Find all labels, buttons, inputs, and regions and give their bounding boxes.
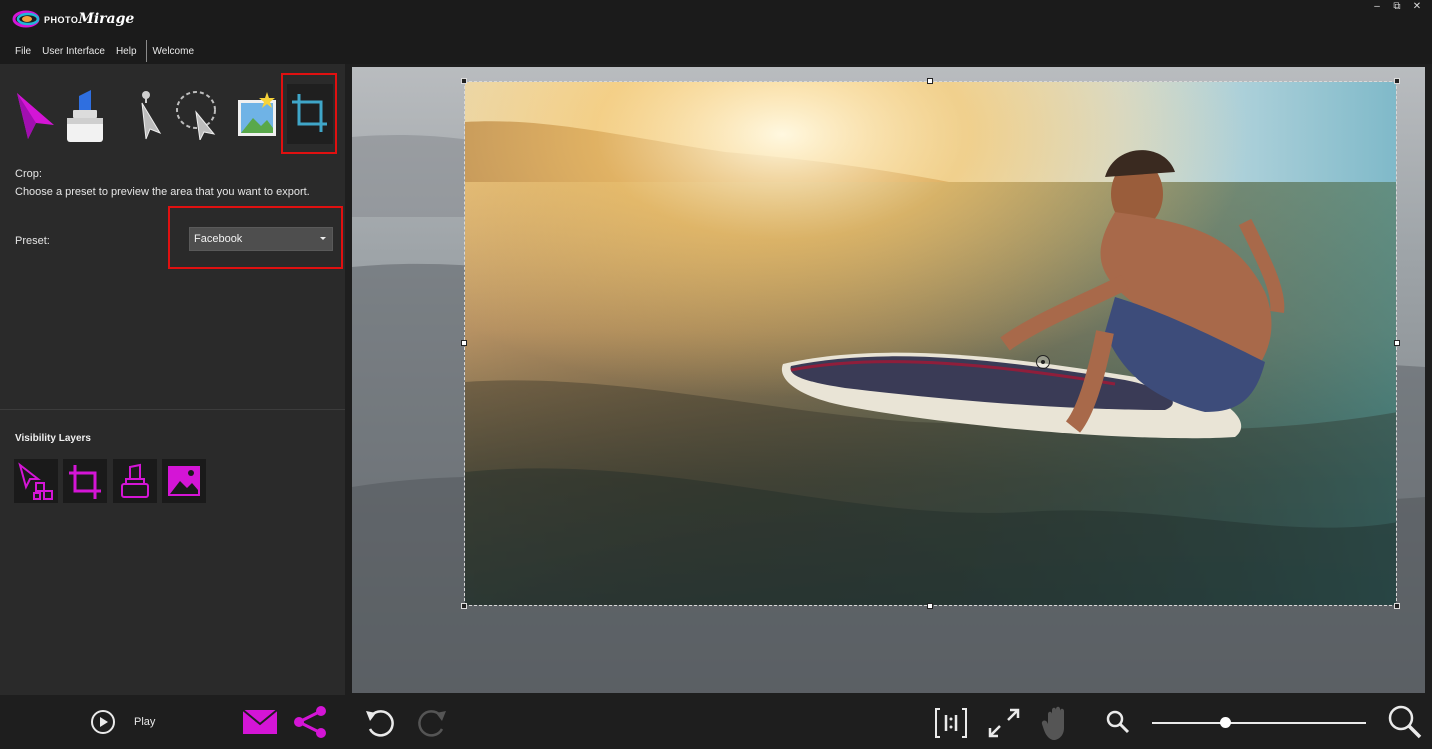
select-pointer-icon[interactable] [132, 89, 164, 141]
preset-label: Preset: [15, 235, 50, 247]
motion-arrow-icon[interactable] [14, 89, 56, 141]
preset-dropdown[interactable]: Facebook [189, 227, 333, 251]
title-bar: PHOTOMirage – ⧉ ✕ [0, 0, 1432, 38]
image-layer-button[interactable] [162, 459, 206, 503]
crop-layer-button[interactable] [63, 459, 107, 503]
logo-text-small: PHOTO [44, 15, 79, 25]
redo-icon[interactable] [414, 707, 450, 739]
menu-help[interactable]: Help [116, 46, 137, 57]
zoom-slider-track[interactable] [1152, 722, 1366, 724]
photo-canvas[interactable] [352, 67, 1425, 693]
crop-handle-left[interactable] [461, 340, 467, 346]
menu-user-interface[interactable]: User Interface [42, 46, 105, 57]
lasso-select-icon[interactable] [174, 88, 220, 140]
menu-welcome[interactable]: Welcome [153, 46, 195, 57]
crop-handle-top[interactable] [927, 78, 933, 84]
actual-size-icon[interactable] [932, 705, 970, 741]
app-logo: PHOTOMirage [12, 7, 134, 31]
zoom-slider-thumb[interactable] [1219, 717, 1231, 728]
window-controls: – ⧉ ✕ [1372, 2, 1422, 12]
crop-description: Choose a preset to preview the area that… [15, 186, 310, 198]
crop-handle-right[interactable] [1394, 340, 1400, 346]
close-button[interactable]: ✕ [1412, 2, 1422, 12]
logo-text-big: Mirage [78, 11, 135, 27]
menu-separator [145, 40, 147, 62]
panel-divider [0, 409, 345, 410]
crop-preview-image [465, 82, 1396, 605]
sky-overlay-icon[interactable] [235, 90, 283, 140]
crop-handle-bottom-right[interactable] [1394, 603, 1400, 609]
fit-to-screen-icon[interactable] [984, 704, 1024, 742]
mask-layer-button[interactable] [113, 459, 157, 503]
menu-file[interactable]: File [15, 46, 31, 57]
image-layer-icon [168, 466, 200, 496]
visibility-layers-title: Visibility Layers [15, 433, 91, 444]
play-icon[interactable] [90, 709, 116, 735]
anchor-stabilizer-icon[interactable] [64, 88, 106, 144]
crop-center-marker[interactable] [1036, 355, 1050, 369]
crop-title: Crop: [15, 168, 42, 180]
restore-button[interactable]: ⧉ [1392, 2, 1402, 12]
play-label[interactable]: Play [134, 716, 155, 728]
menu-bar: File User Interface Help Welcome [0, 38, 1432, 64]
bottom-toolbar: Play [0, 695, 1432, 749]
email-icon[interactable] [242, 708, 278, 736]
zoom-in-icon[interactable] [1386, 703, 1424, 741]
logo-mark-icon [12, 10, 40, 28]
motion-layer-icon [18, 462, 53, 500]
zoom-out-icon[interactable] [1104, 708, 1132, 736]
logo-text: PHOTOMirage [44, 10, 134, 28]
crop-handle-bottom[interactable] [927, 603, 933, 609]
minimize-button[interactable]: – [1372, 2, 1382, 12]
mask-layer-icon [121, 463, 149, 498]
canvas-area [345, 64, 1432, 695]
crop-icon[interactable] [287, 84, 333, 144]
crop-handle-top-left[interactable] [461, 78, 467, 84]
chevron-down-icon [320, 237, 326, 240]
crop-handle-bottom-left[interactable] [461, 603, 467, 609]
share-icon[interactable] [292, 705, 328, 739]
undo-icon[interactable] [362, 707, 398, 739]
motion-layer-button[interactable] [14, 459, 58, 503]
preset-value: Facebook [194, 233, 243, 245]
crop-layer-icon [69, 465, 101, 499]
crop-frame[interactable] [464, 81, 1397, 606]
hand-pan-icon[interactable] [1040, 704, 1074, 742]
tools-panel: Crop: Choose a preset to preview the are… [0, 64, 345, 695]
crop-handle-top-right[interactable] [1394, 78, 1400, 84]
